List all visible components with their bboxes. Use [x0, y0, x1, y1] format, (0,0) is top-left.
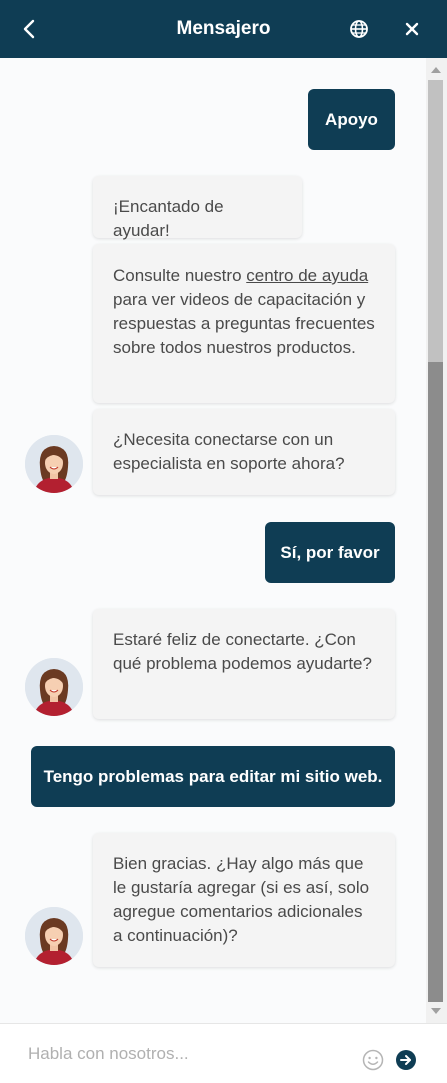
back-button[interactable] — [17, 16, 41, 42]
agent-avatar — [25, 907, 83, 965]
bot-message: Consulte nuestro centro de ayuda para ve… — [93, 244, 395, 403]
scroll-up-arrow-icon[interactable] — [431, 67, 441, 73]
message-input[interactable] — [16, 1036, 346, 1072]
agent-avatar — [25, 435, 83, 493]
message-text: para ver videos de capacitación y respue… — [113, 290, 375, 357]
message-scrollbar[interactable] — [426, 58, 447, 1023]
close-button[interactable] — [400, 17, 424, 41]
header-title: Mensajero — [176, 18, 271, 39]
bot-message: ¡Encantado de ayudar! — [93, 176, 302, 240]
language-button[interactable] — [347, 17, 371, 41]
message-text: Consulte nuestro — [113, 266, 247, 285]
user-message: Tengo problemas para editar mi sitio web… — [31, 746, 395, 807]
composer — [0, 1023, 447, 1083]
user-message: Sí, por favor — [265, 522, 395, 583]
scroll-down-arrow-icon[interactable] — [431, 1008, 441, 1014]
send-button[interactable] — [395, 1049, 417, 1071]
emoji-button[interactable] — [362, 1049, 384, 1071]
bot-message: Bien gracias. ¿Hay algo más que le gusta… — [93, 833, 395, 967]
send-arrow-icon — [396, 1050, 416, 1070]
user-message: Apoyo — [308, 89, 395, 150]
message-list[interactable]: Apoyo ¡Encantado de ayudar! Consulte nue… — [0, 58, 426, 1023]
chevron-left-icon — [23, 19, 35, 39]
bot-message: ¿Necesita conectarse con un especialista… — [93, 409, 395, 495]
agent-avatar — [25, 658, 83, 716]
scroll-thumb[interactable] — [428, 362, 443, 1002]
close-icon — [405, 22, 419, 36]
globe-icon — [350, 20, 368, 38]
help-center-link[interactable]: centro de ayuda — [246, 266, 368, 285]
smiley-icon — [362, 1049, 384, 1071]
messenger-header: Mensajero — [0, 0, 447, 58]
scroll-track[interactable] — [428, 80, 443, 362]
bot-message: Estaré feliz de conectarte. ¿Con qué pro… — [93, 609, 395, 719]
